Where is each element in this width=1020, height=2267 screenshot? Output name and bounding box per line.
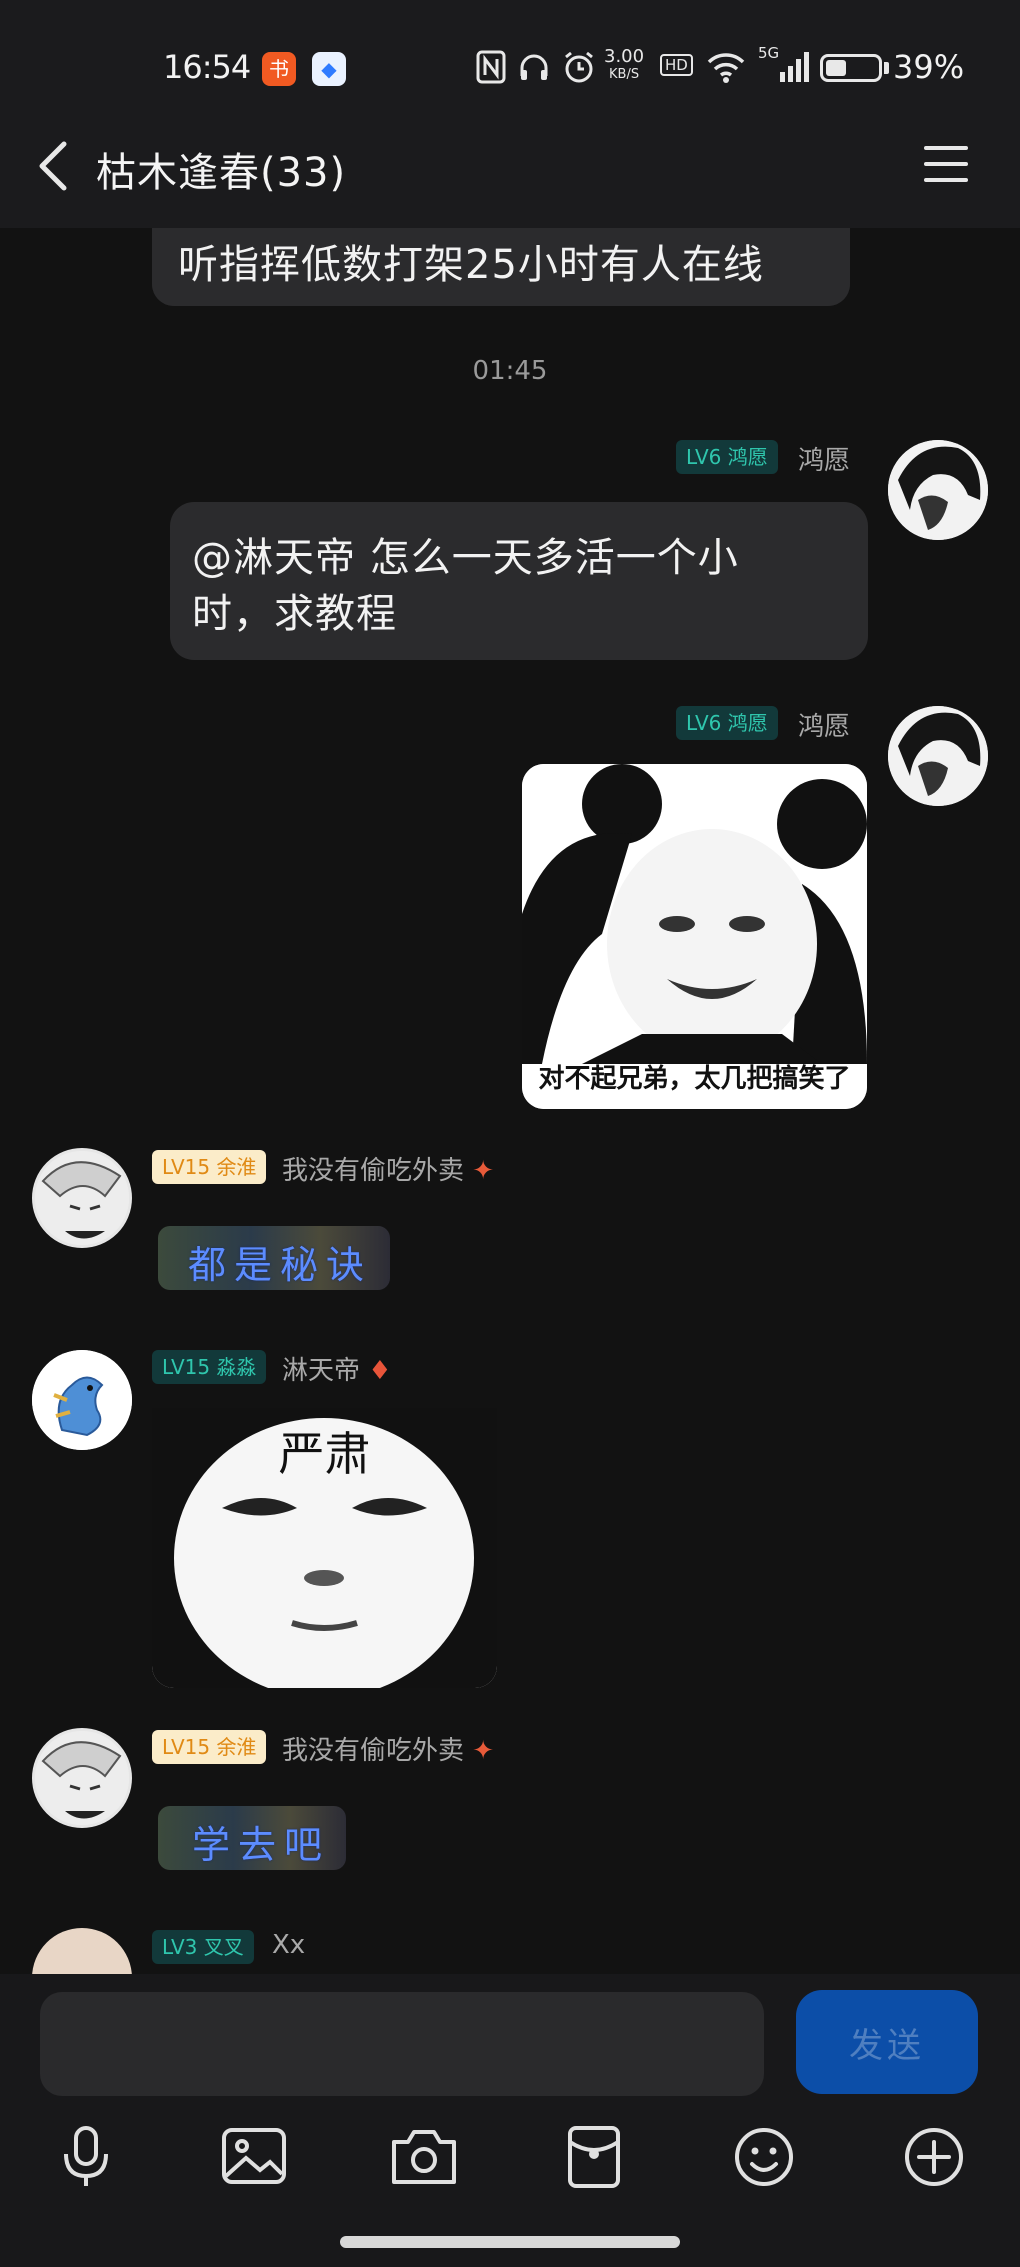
message-text: @淋天帝 怎么一天多活一个小 — [192, 535, 739, 581]
avatar[interactable] — [32, 1148, 132, 1248]
hamburger-menu-icon — [924, 146, 968, 150]
sender-name[interactable]: Xx — [272, 1930, 305, 1960]
headphones-icon — [518, 50, 550, 92]
image-button[interactable] — [214, 2122, 294, 2192]
image-caption: 对不起兄弟，太几把搞笑了 — [538, 1064, 851, 1094]
message-timestamp: 01:45 — [472, 356, 548, 386]
camera-button[interactable] — [384, 2122, 464, 2192]
chat-title: 枯木逢春(33) — [96, 150, 347, 196]
red-packet-button[interactable] — [554, 2122, 634, 2192]
network-type: 5G — [758, 44, 780, 62]
voice-button[interactable] — [46, 2122, 126, 2192]
battery-tip — [884, 62, 889, 74]
message-bubble-partial-visible[interactable]: 听指挥低数打架25小时有人在线 — [152, 228, 850, 306]
message-text: 听指挥低数打架25小时有人在线 — [178, 242, 764, 288]
status-time: 16:54 — [163, 48, 251, 86]
badge-icon: ✦ — [472, 1156, 495, 1186]
sender-name[interactable]: 淋天帝 ♦ — [282, 1350, 392, 1387]
sender-name[interactable]: 鸿愿 — [798, 706, 850, 743]
avatar[interactable] — [888, 440, 988, 540]
sender-name[interactable]: 鸿愿 — [798, 440, 850, 477]
microphone-icon — [64, 2126, 108, 2186]
message-input[interactable] — [40, 1992, 764, 2096]
home-indicator[interactable] — [340, 2236, 680, 2248]
flame-icon: ♦ — [368, 1356, 392, 1386]
sender-name[interactable]: 我没有偷吃外卖 ✦ — [282, 1730, 494, 1767]
back-button[interactable] — [34, 136, 84, 196]
level-badge: LV6 鸿愿 — [676, 706, 778, 740]
badge-icon: ✦ — [472, 1736, 495, 1766]
emoji-button[interactable] — [724, 2122, 804, 2192]
avatar[interactable] — [32, 1350, 132, 1450]
rednote-app-icon: 书 — [262, 52, 296, 86]
image-message[interactable]: 严肃 — [152, 1408, 497, 1698]
alarm-icon — [562, 50, 596, 92]
signal-icon — [778, 50, 812, 92]
message-text: 都是秘诀 — [188, 1243, 373, 1287]
chevron-left-icon — [39, 141, 67, 191]
avatar[interactable] — [888, 706, 988, 806]
image-message[interactable]: 对不起兄弟，太几把搞笑了 — [522, 764, 867, 1109]
image-icon — [222, 2128, 286, 2184]
sender-name[interactable]: 我没有偷吃外卖 ✦ — [282, 1150, 494, 1187]
red-packet-icon — [568, 2126, 620, 2188]
camera-icon — [392, 2130, 456, 2184]
message-bubble[interactable]: @淋天帝 怎么一天多活一个小 时，求教程 — [170, 502, 868, 660]
plus-icon — [905, 2128, 963, 2186]
emoji-icon — [735, 2128, 793, 2186]
more-button[interactable] — [894, 2122, 974, 2192]
send-button[interactable]: 发送 — [796, 1990, 978, 2094]
decorated-bubble[interactable]: 都是秘诀 — [158, 1226, 390, 1290]
level-badge: LV15 余淮 — [152, 1730, 267, 1764]
level-badge: LV15 淼淼 — [152, 1350, 267, 1384]
level-badge: LV6 鸿愿 — [676, 440, 778, 474]
message-text: 学去吧 — [192, 1823, 331, 1867]
nfc-icon — [476, 50, 506, 92]
battery-icon — [820, 54, 882, 82]
network-speed: 3.00 KB/S — [604, 46, 645, 83]
image-caption: 严肃 — [278, 1427, 371, 1481]
avatar[interactable] — [32, 1728, 132, 1828]
hd-badge: HD — [660, 54, 693, 76]
decorated-bubble[interactable]: 学去吧 — [158, 1806, 346, 1870]
level-badge: LV15 余淮 — [152, 1150, 267, 1184]
blue-app-icon: ◆ — [312, 52, 346, 86]
battery-percent: 39% — [893, 48, 965, 86]
message-text: 时，求教程 — [192, 591, 397, 637]
level-badge: LV3 叉叉 — [152, 1930, 254, 1964]
menu-button[interactable] — [922, 142, 972, 186]
wifi-icon — [706, 50, 746, 92]
